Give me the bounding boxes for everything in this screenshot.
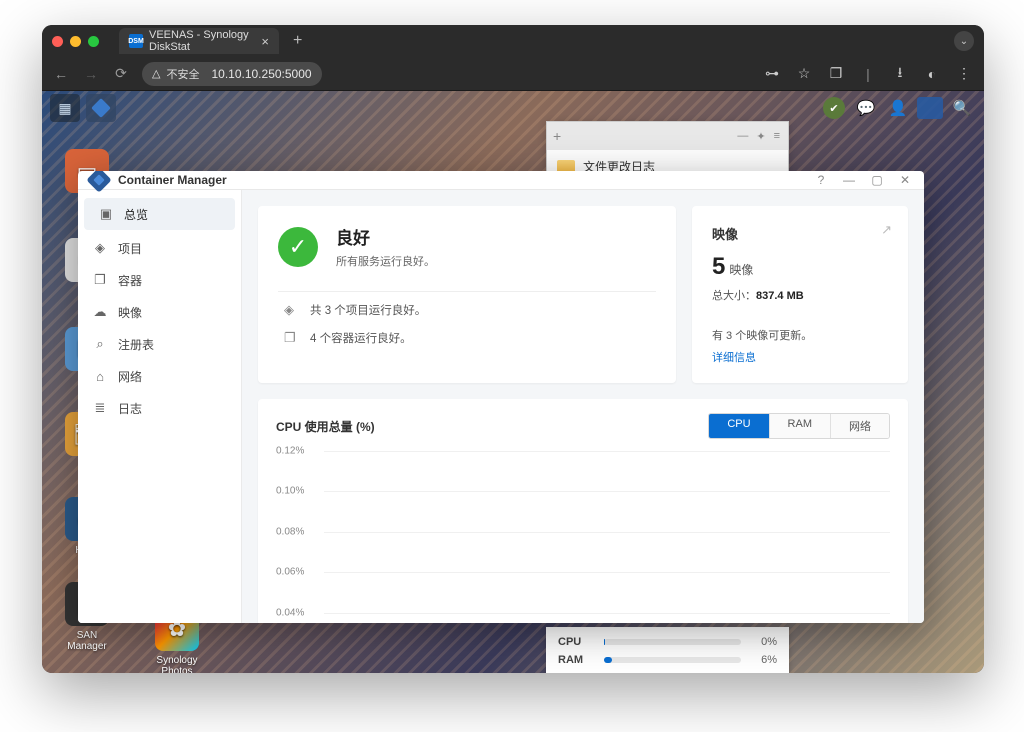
chart-tab-group: CPU RAM 网络 [708,413,890,439]
menu-icon[interactable]: ⋮ [954,65,974,82]
network-icon: ⌂ [92,369,108,384]
cm-sidebar: ▣总览 ◈项目 ❐容器 ☁映像 ⌕注册表 ⌂网络 ≣日志 [78,190,242,623]
chart-card: CPU 使用总量 (%) CPU RAM 网络 0.12%0.10%0.08%0… [258,399,908,623]
help-icon[interactable]: ? [814,173,828,187]
images-update-text: 有 3 个映像可更新。 [712,327,888,343]
address-bar: ← → ⟳ △ 不安全 10.10.10.250:5000 ⊶ ☆ ❐ | ⭳ … [42,57,984,91]
sysmon-ram-label: RAM [558,654,596,666]
tab-title: VEENAS - Synology DiskStat [149,29,253,53]
forward-button[interactable]: → [82,66,100,82]
images-heading: 映像 [712,224,888,243]
images-details-link[interactable]: 详细信息 [712,349,888,365]
insecure-icon: △ [152,67,160,80]
status-card: ✓ 良好 所有服务运行良好。 ◈ 共 3 个项目运行良好。 ❐ 4 个容器运行良好。 [258,206,676,383]
sidebar-item-image[interactable]: ☁映像 [78,296,241,328]
log-icon: ≣ [92,400,108,416]
profile-icon[interactable]: ◐ [922,66,942,82]
search-icon[interactable]: 🔍 [948,95,976,121]
images-size-label: 总大小： [712,290,756,302]
sidebar-item-overview[interactable]: ▣总览 [84,198,235,230]
extensions-icon[interactable]: ❐ [826,65,846,82]
registry-icon: ⌕ [92,336,108,352]
url-field[interactable]: △ 不安全 10.10.10.250:5000 [142,62,322,86]
minimize-icon[interactable]: — [842,173,856,187]
sidebar-item-container[interactable]: ❐容器 [78,264,241,296]
cm-titlebar[interactable]: Container Manager ? — ▢ ✕ [78,171,924,190]
new-tab-button[interactable]: + [293,32,302,50]
bg-new-tab-icon[interactable]: + [553,128,561,144]
maximize-icon[interactable]: ▢ [870,173,884,187]
chart-tab-cpu[interactable]: CPU [709,414,768,438]
projects-icon: ◈ [284,302,300,318]
dashboard-icon[interactable] [916,95,944,121]
open-arrow-icon[interactable]: ↗ [881,222,892,238]
url-text: 10.10.10.250:5000 [211,67,311,81]
status-line-2: 4 个容器运行良好。 [310,330,412,346]
status-badge-icon[interactable]: ✔ [820,95,848,121]
tab-favicon-icon: DSM [129,34,143,48]
sidebar-item-network[interactable]: ⌂网络 [78,360,241,392]
chart-ytick: 0.04% [276,607,304,618]
images-unit: 映像 [729,263,753,277]
browser-tab[interactable]: DSM VEENAS - Synology DiskStat × [119,28,279,54]
containers-icon: ❐ [284,330,300,346]
taskbar-container-manager-icon[interactable] [86,94,116,122]
dsm-taskbar: ▦ ✔ 💬 👤 🔍 [42,91,984,125]
sidebar-item-log[interactable]: ≣日志 [78,392,241,424]
status-title: 良好 [336,224,435,249]
chart-ytick: 0.06% [276,567,304,578]
browser-window: DSM VEENAS - Synology DiskStat × + ⌄ ← →… [42,25,984,673]
cm-main: ✓ 良好 所有服务运行良好。 ◈ 共 3 个项目运行良好。 ❐ 4 个容器运行良好。 [242,190,924,623]
sysmon-cpu-value: 0% [749,636,777,648]
status-subtitle: 所有服务运行良好。 [336,253,435,269]
sysmon-cpu-label: CPU [558,636,596,648]
chat-icon[interactable]: 💬 [852,95,880,121]
sysmon-ram-bar [604,657,741,663]
container-icon: ❐ [92,272,108,288]
fullscreen-window-icon[interactable] [88,36,99,47]
security-label: 不安全 [166,66,199,82]
chart-plot-area: 0.12% 0.10% 0.08% 0.06% 0.04% [276,445,890,621]
cm-title: Container Manager [118,173,227,187]
container-manager-window: Container Manager ? — ▢ ✕ ▣总览 ◈项目 ❐容器 ☁映… [78,171,924,623]
tab-close-icon[interactable]: × [261,34,269,49]
images-card[interactable]: ↗ 映像 5 映像 总大小：837.4 MB 有 3 个映像可更新。 详细信息 [692,206,908,383]
close-window-icon[interactable] [52,36,63,47]
project-icon: ◈ [92,240,108,256]
chart-title: CPU 使用总量 (%) [276,418,375,435]
bookmark-icon[interactable]: ☆ [794,65,814,82]
close-icon[interactable]: ✕ [898,173,912,187]
user-icon[interactable]: 👤 [884,95,912,121]
browser-tab-bar: DSM VEENAS - Synology DiskStat × + ⌄ [42,25,984,57]
minimize-window-icon[interactable] [70,36,81,47]
overview-icon: ▣ [98,206,114,222]
tabs-overflow-icon[interactable]: ⌄ [954,31,974,51]
status-ok-icon: ✓ [278,227,318,267]
bg-pin-icon[interactable]: ✦ [756,130,765,143]
chart-ytick: 0.08% [276,526,304,537]
window-traffic-lights [52,36,99,47]
image-icon: ☁ [92,304,108,320]
bg-options-icon[interactable]: ≡ [774,130,780,143]
sidebar-item-project[interactable]: ◈项目 [78,232,241,264]
dsm-desktop: ▦ ✔ 💬 👤 🔍 + — ✦ ≡ [42,91,984,673]
system-monitor-widget[interactable]: CPU 0% RAM 6% 总计 - ⇡ 2.2 KB/s ⇣ 5.3 KB/s… [546,627,789,673]
sysmon-total-label: 总计 - [558,672,596,673]
chart-ytick: 0.12% [276,446,304,457]
sidebar-item-registry[interactable]: ⌕注册表 [78,328,241,360]
back-button[interactable]: ← [52,66,70,82]
sysmon-ram-value: 6% [749,654,777,666]
bg-minimize-icon[interactable]: — [737,130,748,143]
images-size-value: 837.4 MB [756,290,804,302]
download-icon[interactable]: ⭳ [890,62,910,86]
reload-button[interactable]: ⟳ [112,65,130,82]
chart-tab-ram[interactable]: RAM [769,414,830,438]
sysmon-cpu-bar [604,639,741,645]
chart-tab-net[interactable]: 网络 [830,414,889,438]
key-icon[interactable]: ⊶ [762,65,782,82]
status-line-1: 共 3 个项目运行良好。 [310,302,426,318]
images-count: 5 [712,253,725,280]
chart-ytick: 0.10% [276,486,304,497]
main-menu-button[interactable]: ▦ [50,94,80,122]
